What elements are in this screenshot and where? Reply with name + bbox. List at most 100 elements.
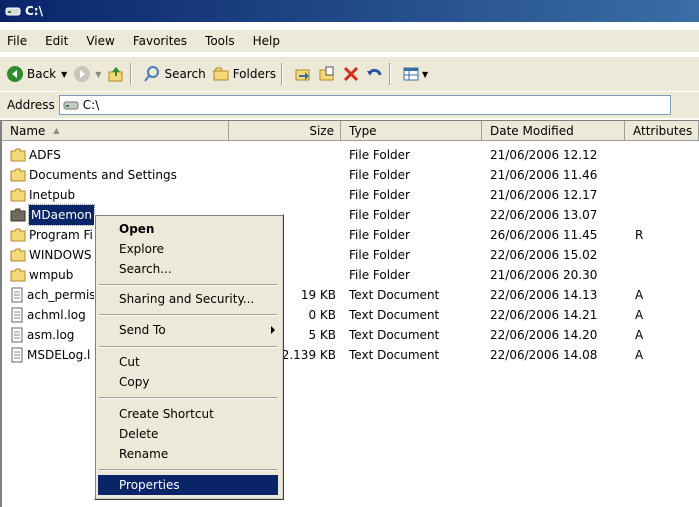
date-cell: 22/06/2006 13.07 — [490, 208, 598, 222]
type-cell: File Folder — [349, 188, 410, 202]
type-cell: File Folder — [349, 228, 410, 242]
attributes-cell: R — [635, 228, 644, 242]
menu-item-sharing[interactable]: Sharing and Security... — [119, 289, 254, 309]
move-to-button[interactable] — [294, 65, 312, 83]
copy-to-button[interactable] — [318, 65, 336, 83]
menu-separator — [99, 469, 277, 471]
menu-tools[interactable]: Tools — [196, 34, 244, 48]
folder-icon — [10, 228, 26, 242]
column-header-date[interactable]: Date Modified — [482, 121, 625, 141]
address-label: Address — [7, 98, 55, 112]
column-label-date: Date Modified — [490, 123, 574, 138]
menu-item-search[interactable]: Search... — [119, 259, 172, 279]
type-cell: File Folder — [349, 148, 410, 162]
copy-to-icon — [319, 66, 334, 81]
text-file-icon — [10, 347, 24, 363]
type-cell: Text Document — [349, 348, 440, 362]
undo-button[interactable] — [366, 65, 384, 83]
back-label: Back — [27, 67, 57, 81]
menu-item-create-shortcut[interactable]: Create Shortcut — [119, 404, 214, 424]
folder-icon — [10, 168, 26, 182]
search-button[interactable]: Search — [143, 65, 206, 83]
menu-item-cut[interactable]: Cut — [119, 352, 140, 372]
date-cell: 21/06/2006 12.17 — [490, 188, 598, 202]
forward-dropdown-icon[interactable]: ▼ — [95, 70, 101, 79]
folder-icon — [10, 208, 26, 222]
menu-help[interactable]: Help — [244, 34, 289, 48]
text-file-icon — [10, 307, 24, 323]
drive-icon — [63, 99, 79, 111]
text-file-icon — [10, 327, 24, 343]
menu-bar: File Edit View Favorites Tools Help — [0, 30, 699, 52]
name-cell: asm.log — [10, 325, 74, 345]
toolbar: Back ▼ ▼ Search Folders ▼ — [0, 56, 699, 91]
type-cell: File Folder — [349, 168, 410, 182]
table-row[interactable]: Documents and Settings File Folder 21/06/2… — [2, 165, 699, 185]
folders-icon — [212, 67, 229, 81]
size-cell: 0 KB — [308, 308, 336, 322]
menu-item-send-to[interactable]: Send To — [119, 320, 166, 340]
table-row[interactable]: ADFS File Folder 21/06/2006 12.12 — [2, 145, 699, 165]
menu-file[interactable]: File — [0, 34, 36, 48]
menu-view[interactable]: View — [77, 34, 123, 48]
column-header-type[interactable]: Type — [341, 121, 482, 141]
column-header-size[interactable]: Size — [229, 121, 341, 141]
title-bar: C:\ — [0, 0, 699, 22]
up-folder-button[interactable] — [107, 65, 125, 83]
column-label-size: Size — [309, 123, 334, 138]
date-cell: 22/06/2006 14.13 — [490, 288, 598, 302]
sort-ascending-icon: ▲ — [53, 126, 60, 135]
name-cell: WINDOWS — [10, 245, 92, 265]
menu-item-rename[interactable]: Rename — [119, 444, 168, 464]
type-cell: File Folder — [349, 248, 410, 262]
back-dropdown-icon[interactable]: ▼ — [61, 70, 67, 79]
column-header-attributes[interactable]: Attributes — [625, 121, 699, 141]
date-cell: 22/06/2006 14.21 — [490, 308, 598, 322]
undo-icon — [367, 68, 382, 76]
attributes-cell: A — [635, 288, 644, 302]
window-title: C:\ — [25, 4, 43, 18]
file-name: Program Fi — [29, 228, 93, 242]
folders-label: Folders — [232, 67, 277, 81]
menu-favorites[interactable]: Favorites — [124, 34, 196, 48]
table-row[interactable]: Inetpub File Folder 21/06/2006 12.17 — [2, 185, 699, 205]
delete-button[interactable] — [342, 65, 360, 83]
date-cell: 21/06/2006 12.12 — [490, 148, 598, 162]
menu-item-copy[interactable]: Copy — [119, 372, 149, 392]
attributes-cell: A — [635, 308, 644, 322]
column-label-type: Type — [349, 123, 377, 138]
type-cell: File Folder — [349, 268, 410, 282]
name-cell: MDaemon — [10, 204, 95, 226]
column-header-name[interactable]: Name ▲ — [2, 121, 229, 141]
file-name: WINDOWS — [29, 248, 92, 262]
folders-button[interactable]: Folders — [212, 65, 276, 83]
menu-item-open[interactable]: Open — [119, 219, 154, 239]
folder-icon — [10, 188, 26, 202]
name-cell: achml.log — [10, 305, 86, 325]
views-button[interactable]: ▼ — [402, 65, 428, 83]
context-menu: Open Explore Search... Sharing and Secur… — [94, 214, 284, 500]
size-cell: 5 KB — [308, 328, 336, 342]
back-button[interactable]: Back ▼ — [6, 65, 67, 83]
menu-item-explore[interactable]: Explore — [119, 239, 164, 259]
name-cell: ach_permis — [10, 285, 96, 305]
forward-button[interactable]: ▼ — [73, 65, 101, 83]
address-value: C:\ — [82, 98, 100, 112]
date-cell: 21/06/2006 11.46 — [490, 168, 598, 182]
menu-item-properties[interactable]: Properties — [119, 475, 180, 495]
views-icon — [403, 67, 419, 81]
menu-item-delete[interactable]: Delete — [119, 424, 158, 444]
column-label-attributes: Attributes — [633, 123, 693, 138]
forward-arrow-icon — [74, 66, 91, 82]
menu-separator — [99, 346, 277, 348]
menu-edit[interactable]: Edit — [36, 34, 77, 48]
size-cell: 2.139 KB — [281, 348, 336, 362]
drive-icon — [5, 5, 21, 17]
folder-icon — [10, 268, 26, 282]
toolbar-separator — [281, 63, 284, 85]
attributes-cell: A — [635, 328, 644, 342]
views-dropdown-icon[interactable]: ▼ — [422, 70, 428, 79]
date-cell: 22/06/2006 14.08 — [490, 348, 598, 362]
up-folder-icon — [108, 67, 123, 82]
address-input[interactable]: C:\ — [58, 95, 671, 115]
